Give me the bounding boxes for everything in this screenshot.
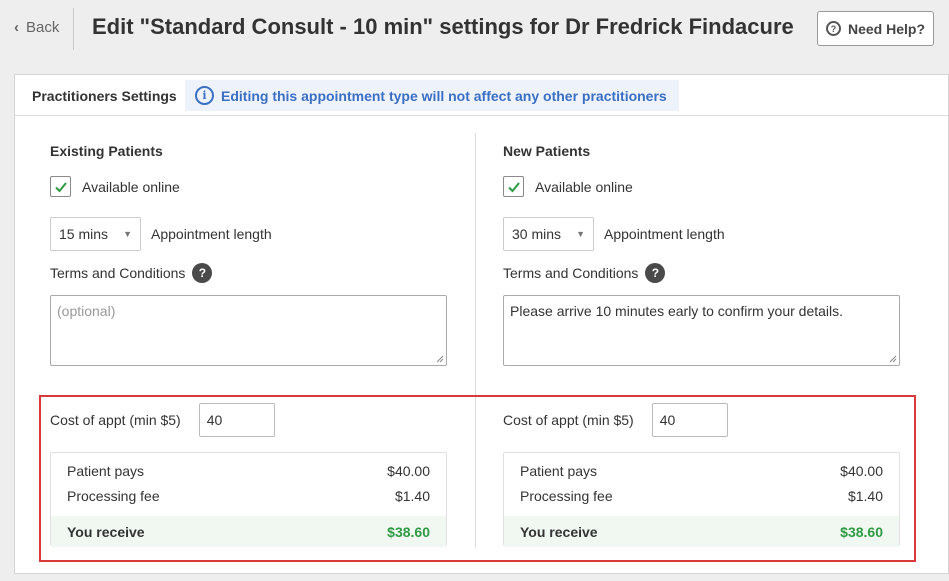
new-length-value: 30 mins: [512, 226, 562, 242]
question-mark-icon[interactable]: ?: [645, 263, 666, 283]
info-banner: i Editing this appointment type will not…: [185, 80, 679, 111]
existing-length-select[interactable]: 15 mins ▼: [50, 217, 141, 251]
need-help-button[interactable]: ? Need Help?: [817, 11, 934, 46]
back-label: Back: [26, 19, 60, 36]
existing-available-online-row: Available online: [50, 176, 180, 197]
existing-patients-heading: Existing Patients: [50, 143, 163, 159]
need-help-label: Need Help?: [847, 20, 925, 37]
existing-length-label: Appointment length: [151, 226, 272, 242]
info-message: Editing this appointment type will not a…: [221, 87, 667, 104]
existing-length-value: 15 mins: [59, 226, 109, 242]
settings-panel: Practitioners Settings i Editing this ap…: [14, 74, 949, 574]
existing-available-online-checkbox[interactable]: [50, 176, 71, 197]
existing-length-row: 15 mins ▼ Appointment length: [50, 217, 272, 251]
existing-terms-row: Terms and Conditions ?: [50, 263, 213, 283]
question-circle-icon: ?: [825, 21, 841, 36]
resize-handle-icon[interactable]: [889, 355, 897, 363]
new-length-label: Appointment length: [604, 226, 725, 242]
new-terms-row: Terms and Conditions ?: [503, 263, 666, 283]
tab-practitioners-settings[interactable]: Practitioners Settings: [32, 88, 177, 104]
cost-highlight-box: [39, 395, 916, 562]
resize-handle-icon[interactable]: [436, 355, 444, 363]
page-title: Edit "Standard Consult - 10 min" setting…: [92, 14, 794, 39]
existing-terms-label: Terms and Conditions: [50, 265, 186, 281]
new-length-select[interactable]: 30 mins ▼: [503, 217, 594, 251]
back-button[interactable]: ‹ Back: [14, 19, 59, 36]
chevron-left-icon: ‹: [14, 19, 19, 36]
checkmark-icon: [54, 181, 67, 192]
tab-bar: Practitioners Settings i Editing this ap…: [15, 75, 948, 116]
header-divider: [73, 8, 74, 50]
new-available-online-checkbox[interactable]: [503, 176, 524, 197]
new-available-online-label: Available online: [535, 178, 633, 195]
existing-available-online-label: Available online: [82, 178, 180, 195]
caret-down-icon: ▼: [576, 229, 585, 239]
new-patients-heading: New Patients: [503, 143, 591, 159]
info-icon: i: [195, 86, 214, 105]
existing-terms-placeholder: (optional): [57, 303, 116, 319]
existing-terms-textarea[interactable]: (optional): [50, 295, 447, 366]
question-mark-icon[interactable]: ?: [192, 263, 213, 283]
new-terms-textarea[interactable]: Please arrive 10 minutes early to confir…: [503, 295, 900, 366]
new-available-online-row: Available online: [503, 176, 633, 197]
new-terms-label: Terms and Conditions: [503, 265, 639, 281]
checkmark-icon: [507, 181, 520, 192]
new-length-row: 30 mins ▼ Appointment length: [503, 217, 725, 251]
new-terms-value: Please arrive 10 minutes early to confir…: [510, 303, 844, 319]
caret-down-icon: ▼: [123, 229, 132, 239]
